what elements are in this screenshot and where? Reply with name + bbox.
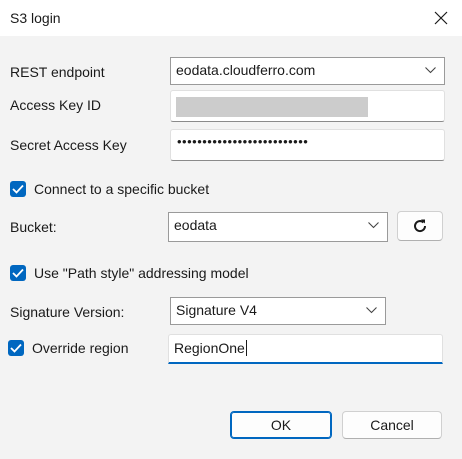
access-key-id-input[interactable] <box>170 90 445 122</box>
path-style-label[interactable]: Use "Path style" addressing model <box>34 265 249 281</box>
override-region-value: RegionOne <box>174 340 245 356</box>
path-style-checkbox[interactable] <box>10 265 26 281</box>
rest-endpoint-combo[interactable]: eodata.cloudferro.com <box>170 57 445 85</box>
override-region-label[interactable]: Override region <box>32 340 129 356</box>
dialog-title: S3 login <box>10 10 61 26</box>
ok-button[interactable]: OK <box>230 411 332 439</box>
refresh-icon <box>414 219 427 233</box>
cancel-button-label: Cancel <box>370 417 414 433</box>
chevron-down-icon[interactable] <box>368 222 379 229</box>
ok-button-label: OK <box>270 417 292 433</box>
s3-login-dialog: S3 login REST endpoint eodata.cloudferro… <box>0 0 462 459</box>
override-region-input[interactable]: RegionOne <box>168 334 443 364</box>
secret-access-key-value: •••••••••••••••••••••••••• <box>177 134 309 149</box>
secret-access-key-input[interactable]: •••••••••••••••••••••••••• <box>170 129 445 161</box>
override-region-checkbox[interactable] <box>8 340 24 356</box>
text-caret <box>245 340 247 356</box>
bucket-label: Bucket: <box>10 219 57 235</box>
refresh-bucket-button[interactable] <box>397 211 443 241</box>
secret-access-key-label: Secret Access Key <box>10 137 127 153</box>
override-region-value-wrap: RegionOne <box>174 340 247 356</box>
bucket-combo[interactable]: eodata <box>168 212 388 242</box>
connect-bucket-checkbox[interactable] <box>10 181 26 197</box>
check-icon <box>10 343 22 353</box>
access-key-id-masked-value <box>176 97 368 117</box>
check-icon <box>12 268 24 278</box>
signature-version-value: Signature V4 <box>176 302 257 318</box>
cancel-button[interactable]: Cancel <box>342 411 442 439</box>
rest-endpoint-value: eodata.cloudferro.com <box>176 62 316 78</box>
close-icon <box>434 11 448 25</box>
close-button[interactable] <box>420 0 462 36</box>
access-key-id-label: Access Key ID <box>10 97 102 113</box>
check-icon <box>12 184 24 194</box>
connect-bucket-label[interactable]: Connect to a specific bucket <box>34 181 209 197</box>
rest-endpoint-label: REST endpoint <box>10 64 105 80</box>
bucket-value: eodata <box>174 217 217 233</box>
chevron-down-icon[interactable] <box>425 67 436 74</box>
chevron-down-icon[interactable] <box>366 307 377 314</box>
title-bar: S3 login <box>0 0 462 36</box>
signature-version-label: Signature Version: <box>10 304 125 320</box>
signature-version-combo[interactable]: Signature V4 <box>170 297 386 325</box>
